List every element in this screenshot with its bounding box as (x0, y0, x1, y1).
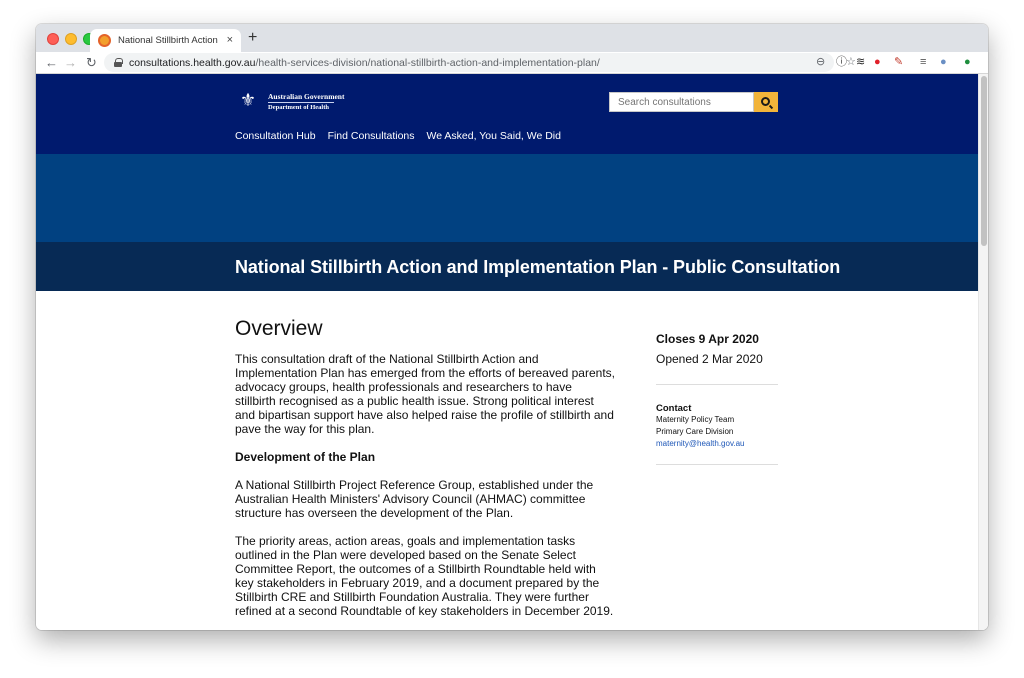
pen-extension-icon[interactable]: ✎ (894, 55, 903, 70)
profile-avatar-icon[interactable]: ● (940, 55, 947, 70)
nav-find-consultations[interactable]: Find Consultations (328, 130, 415, 142)
forward-button[interactable]: → (64, 55, 77, 70)
lock-icon (114, 58, 123, 67)
page-viewport: ⚜ Australian Government Department of He… (36, 74, 988, 630)
reload-button[interactable]: ↻ (86, 55, 97, 70)
hero-banner (36, 154, 978, 242)
contact-email-link[interactable]: maternity@health.gov.au (656, 438, 778, 450)
new-tab-button[interactable]: + (248, 29, 257, 47)
tab-bar: National Stillbirth Action and Implement… (36, 24, 988, 52)
site-header: ⚜ Australian Government Department of He… (36, 74, 978, 154)
logo-line2: Department of Health (268, 104, 330, 111)
back-button[interactable]: ← (45, 55, 58, 70)
main-nav: Consultation Hub Find Consultations We A… (235, 130, 561, 142)
info-extension-icon[interactable]: ⓘ (836, 55, 847, 70)
crest-icon: ⚜ (239, 90, 257, 110)
tab-close-icon[interactable]: × (227, 35, 233, 46)
browser-toolbar: ← → ↻ consultations.health.gov.au/health… (36, 52, 988, 74)
nav-consultation-hub[interactable]: Consultation Hub (235, 130, 316, 142)
closing-date: Closes 9 Apr 2020 (656, 332, 759, 346)
priority-areas-paragraph: The priority areas, action areas, goals … (235, 534, 614, 618)
sidebar-divider (656, 384, 778, 385)
tab-title: National Stillbirth Action and Implement… (118, 35, 218, 46)
intro-paragraph: This consultation draft of the National … (235, 352, 615, 436)
scrollbar-thumb[interactable] (981, 76, 987, 246)
contact-team: Maternity Policy Team (656, 415, 735, 424)
gov-logo[interactable]: ⚜ Australian Government Department of He… (236, 86, 346, 118)
browser-window: National Stillbirth Action and Implement… (36, 24, 988, 630)
reference-group-paragraph: A National Stillbirth Project Reference … (235, 478, 594, 520)
search-icon (760, 96, 770, 106)
favicon-icon (98, 34, 111, 47)
url-domain: consultations.health.gov.au (129, 56, 256, 69)
title-bar: National Stillbirth Action and Implement… (36, 242, 978, 291)
consultation-sidebar: Closes 9 Apr 2020 Opened 2 Mar 2020 Cont… (656, 332, 778, 465)
nav-we-asked[interactable]: We Asked, You Said, We Did (427, 130, 561, 142)
url-text: consultations.health.gov.au/health-servi… (129, 57, 600, 69)
contact-division: Primary Care Division (656, 427, 734, 436)
minimize-window-button[interactable] (65, 33, 77, 45)
layers-extension-icon[interactable]: ≋ (856, 55, 865, 70)
playlist-extension-icon[interactable]: ≡ (920, 55, 926, 70)
sidebar-divider (656, 464, 778, 465)
logo-divider (268, 102, 334, 103)
overview-heading: Overview (235, 317, 323, 340)
search-button[interactable] (754, 92, 778, 112)
search-input[interactable] (609, 92, 754, 112)
address-bar[interactable]: consultations.health.gov.au/health-servi… (104, 53, 856, 72)
browser-tab[interactable]: National Stillbirth Action and Implement… (90, 29, 241, 52)
logo-line1: Australian Government (268, 92, 345, 101)
opening-date: Opened 2 Mar 2020 (656, 352, 763, 366)
url-path: /health-services-division/national-still… (255, 56, 600, 69)
opera-extension-icon[interactable]: ● (874, 55, 881, 70)
contact-heading: Contact (656, 403, 692, 414)
star-icon[interactable]: ☆ (846, 53, 856, 72)
zoom-icon[interactable]: ⊖ (816, 53, 825, 72)
page-scrollbar[interactable] (978, 74, 988, 630)
main-content: Overview This consultation draft of the … (235, 316, 615, 630)
close-window-button[interactable] (47, 33, 59, 45)
page-title: National Stillbirth Action and Implement… (235, 257, 841, 277)
update-extension-icon[interactable]: ● (964, 55, 971, 70)
development-heading: Development of the Plan (235, 450, 376, 464)
